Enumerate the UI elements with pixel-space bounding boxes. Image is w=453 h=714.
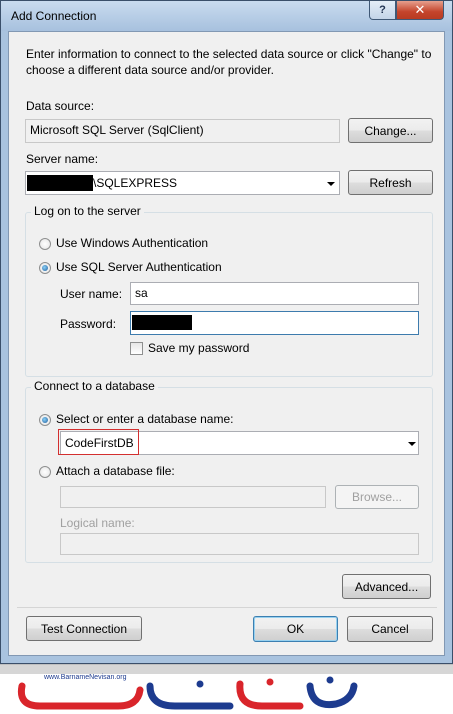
save-password-label[interactable]: Save my password <box>148 341 249 355</box>
test-connection-button[interactable]: Test Connection <box>26 616 142 641</box>
select-database-label[interactable]: Select or enter a database name: <box>56 412 233 426</box>
watermark-area: www.BarnameNevisan.org <box>0 664 453 714</box>
chevron-down-icon[interactable] <box>327 182 335 186</box>
data-source-label: Data source: <box>26 99 95 113</box>
close-button[interactable]: ✕ <box>396 1 444 20</box>
sql-auth-label[interactable]: Use SQL Server Authentication <box>56 260 222 274</box>
help-button[interactable]: ? <box>369 1 396 20</box>
server-name-combobox[interactable]: \SQLEXPRESS <box>25 171 340 195</box>
attach-file-radio[interactable] <box>39 466 51 478</box>
footer-divider <box>17 607 437 608</box>
data-source-field: Microsoft SQL Server (SqlClient) <box>25 119 340 143</box>
intro-text: Enter information to connect to the sele… <box>26 47 432 77</box>
logical-name-input[interactable] <box>60 533 419 555</box>
chevron-down-icon[interactable] <box>408 442 416 446</box>
window-title: Add Connection <box>11 9 97 23</box>
browse-button[interactable]: Browse... <box>335 485 419 509</box>
save-password-checkbox[interactable] <box>130 342 143 355</box>
select-database-radio[interactable] <box>39 414 51 426</box>
password-label: Password: <box>60 317 117 331</box>
username-label: User name: <box>60 287 123 301</box>
sql-auth-radio[interactable] <box>39 262 51 274</box>
logon-group: Log on to the server Use Windows Authent… <box>25 204 433 377</box>
windows-auth-label[interactable]: Use Windows Authentication <box>56 236 208 250</box>
server-name-label: Server name: <box>26 152 99 166</box>
watermark-url: www.BarnameNevisan.org <box>44 674 127 681</box>
cancel-button[interactable]: Cancel <box>347 616 433 642</box>
redacted-server-prefix <box>27 175 93 191</box>
logical-name-label: Logical name: <box>60 516 135 530</box>
advanced-button[interactable]: Advanced... <box>342 574 431 599</box>
database-group-label: Connect to a database <box>31 379 158 393</box>
server-name-value: \SQLEXPRESS <box>93 176 178 190</box>
dialog-body: Enter information to connect to the sele… <box>8 31 445 656</box>
attach-file-label[interactable]: Attach a database file: <box>56 464 175 478</box>
add-connection-dialog: Add Connection ? ✕ Enter information to … <box>0 0 453 664</box>
title-bar[interactable]: Add Connection ? ✕ <box>1 1 452 31</box>
change-button[interactable]: Change... <box>348 118 433 143</box>
redacted-password <box>132 315 192 330</box>
database-group: Connect to a database Select or enter a … <box>25 379 433 563</box>
ok-button[interactable]: OK <box>253 616 338 642</box>
site-logo-icon <box>17 676 358 710</box>
highlight-annotation <box>58 429 139 455</box>
password-input[interactable] <box>130 311 419 335</box>
logon-group-label: Log on to the server <box>31 204 144 218</box>
username-input[interactable]: sa <box>130 282 419 305</box>
refresh-button[interactable]: Refresh <box>348 170 433 195</box>
attach-file-input[interactable] <box>60 486 326 508</box>
windows-auth-radio[interactable] <box>39 238 51 250</box>
